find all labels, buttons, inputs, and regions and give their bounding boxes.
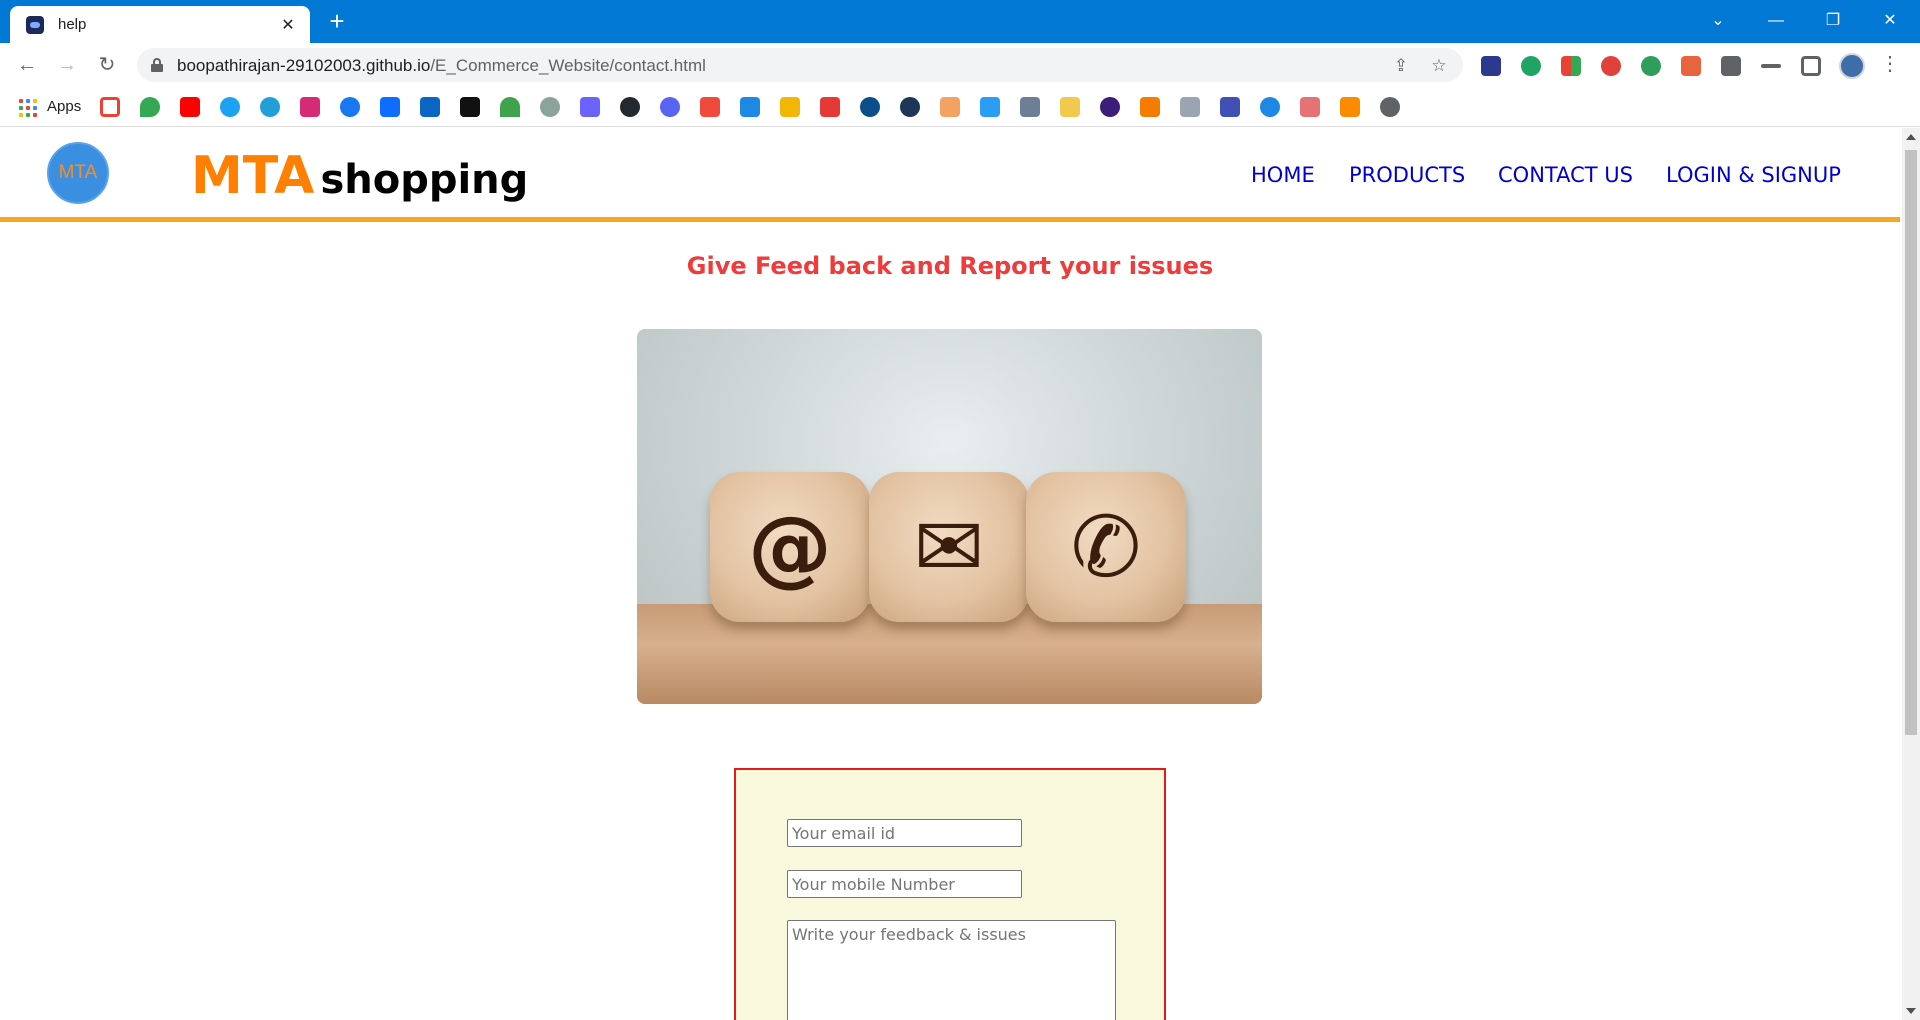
kebab-menu-icon[interactable]: ⋮ xyxy=(1880,51,1900,76)
tab-close-icon[interactable]: ✕ xyxy=(278,15,298,35)
logo-text: MTA xyxy=(58,162,98,183)
forward-arrow-icon[interactable]: → xyxy=(51,49,83,81)
feedback-textarea[interactable] xyxy=(787,920,1116,1020)
nav-link-contact-us[interactable]: CONTACT US xyxy=(1498,163,1633,187)
extension-icon[interactable] xyxy=(1681,56,1701,76)
extension-icon[interactable] xyxy=(1641,56,1661,76)
puzzle-icon[interactable] xyxy=(1721,56,1741,76)
lock-icon xyxy=(151,58,163,72)
at-sign-icon: @ xyxy=(748,498,832,596)
bookmark-site-icon[interactable] xyxy=(1100,97,1120,117)
envelope-icon: ✉ xyxy=(913,498,985,596)
linkedin-icon[interactable] xyxy=(420,97,440,117)
bookmark-site-icon[interactable] xyxy=(580,97,600,117)
nav-link-home[interactable]: HOME xyxy=(1251,163,1315,187)
side-panel-icon[interactable] xyxy=(1801,56,1821,76)
bookmark-site-icon[interactable] xyxy=(1340,97,1360,117)
tab-title: help xyxy=(58,16,87,33)
bookmark-site-icon[interactable] xyxy=(860,97,880,117)
globe-icon[interactable] xyxy=(1380,97,1400,117)
facebook-icon[interactable] xyxy=(340,97,360,117)
adblock-icon[interactable] xyxy=(1601,56,1621,76)
hackerrank-icon[interactable] xyxy=(460,97,480,117)
minimize-button[interactable]: — xyxy=(1750,6,1802,36)
github-icon[interactable] xyxy=(620,97,640,117)
page-scrollbar[interactable] xyxy=(1902,128,1920,1020)
extension-icon[interactable] xyxy=(1561,56,1581,76)
bookmark-site-icon[interactable] xyxy=(780,97,800,117)
twitter-icon[interactable] xyxy=(220,97,240,117)
bookmark-site-icon[interactable] xyxy=(1220,97,1240,117)
site-brand: MTA shopping xyxy=(191,146,528,206)
bookmark-site-icon[interactable] xyxy=(700,97,720,117)
brand-primary: MTA xyxy=(191,146,315,206)
openai-icon[interactable] xyxy=(540,97,560,117)
tab-search-icon[interactable]: ⌄ xyxy=(1692,6,1744,36)
reload-icon[interactable]: ↻ xyxy=(91,49,123,81)
telegram-icon[interactable] xyxy=(260,97,280,117)
close-window-button[interactable]: ✕ xyxy=(1864,6,1916,36)
address-bar[interactable]: boopathirajan-29102003.github.io/E_Comme… xyxy=(137,48,1463,82)
bookmark-site-icon[interactable] xyxy=(740,97,760,117)
restore-button[interactable]: ❐ xyxy=(1807,6,1859,36)
tab-favicon-icon xyxy=(26,15,44,34)
nav-link-login-signup[interactable]: LOGIN & SIGNUP xyxy=(1666,163,1841,187)
bookmark-site-icon[interactable] xyxy=(1020,97,1040,117)
mobile-input[interactable] xyxy=(787,870,1022,898)
scroll-down-icon[interactable] xyxy=(1906,1008,1916,1014)
bookmark-star-icon[interactable]: ☆ xyxy=(1427,54,1451,78)
share-icon[interactable]: ⇪ xyxy=(1389,54,1413,78)
bookmark-site-icon[interactable] xyxy=(980,97,1000,117)
browser-titlebar: help ✕ + ⌄ — ❐ ✕ xyxy=(0,0,1920,43)
bookmarks-bar: Apps xyxy=(0,87,1920,127)
gmail-icon[interactable] xyxy=(100,97,120,117)
site-logo[interactable]: MTA xyxy=(47,142,109,204)
discord-icon[interactable] xyxy=(660,97,680,117)
scroll-thumb[interactable] xyxy=(1905,150,1917,735)
bookmark-site-icon[interactable] xyxy=(1060,97,1080,117)
profile-avatar[interactable] xyxy=(1839,53,1865,79)
instagram-icon[interactable] xyxy=(300,97,320,117)
bookmark-site-icon[interactable] xyxy=(1180,97,1200,117)
scroll-up-icon[interactable] xyxy=(1906,134,1916,140)
bookmark-site-icon[interactable] xyxy=(500,97,520,117)
browser-toolbar: ← → ↻ boopathirajan-29102003.github.io/E… xyxy=(0,43,1920,87)
phone-cube: ✆ xyxy=(1026,472,1186,622)
back-arrow-icon[interactable]: ← xyxy=(11,49,43,81)
contact-image: @ ✉ ✆ xyxy=(637,329,1262,704)
youtube-icon[interactable] xyxy=(180,97,200,117)
page-viewport: MTA MTA shopping HOME PRODUCTS CONTACT US… xyxy=(0,128,1920,1020)
bookmark-site-icon[interactable] xyxy=(900,97,920,117)
new-tab-button[interactable]: + xyxy=(322,7,352,37)
power-icon[interactable] xyxy=(1260,97,1280,117)
extension-icon[interactable] xyxy=(1521,56,1541,76)
extension-icon[interactable] xyxy=(1481,56,1501,76)
skype-icon[interactable] xyxy=(380,97,400,117)
media-control-icon[interactable] xyxy=(1761,64,1781,68)
site-header: MTA MTA shopping HOME PRODUCTS CONTACT US… xyxy=(0,128,1900,222)
feedback-form xyxy=(734,768,1166,1020)
bookmark-site-icon[interactable] xyxy=(820,97,840,117)
phone-icon: ✆ xyxy=(1070,498,1142,596)
page-heading: Give Feed back and Report your issues xyxy=(686,252,1214,280)
email-input[interactable] xyxy=(787,819,1022,847)
apps-label[interactable]: Apps xyxy=(47,98,81,115)
apps-grid-icon[interactable] xyxy=(19,99,37,117)
url-text: boopathirajan-29102003.github.io/E_Comme… xyxy=(177,56,706,75)
bookmark-site-icon[interactable] xyxy=(1300,97,1320,117)
at-sign-cube: @ xyxy=(710,472,870,622)
nav-link-products[interactable]: PRODUCTS xyxy=(1349,163,1465,187)
bookmark-site-icon[interactable] xyxy=(940,97,960,117)
envelope-cube: ✉ xyxy=(869,472,1029,622)
brand-secondary: shopping xyxy=(320,157,529,203)
maps-icon[interactable] xyxy=(140,97,160,117)
bookmark-site-icon[interactable] xyxy=(1140,97,1160,117)
browser-tab[interactable]: help ✕ xyxy=(10,6,310,43)
